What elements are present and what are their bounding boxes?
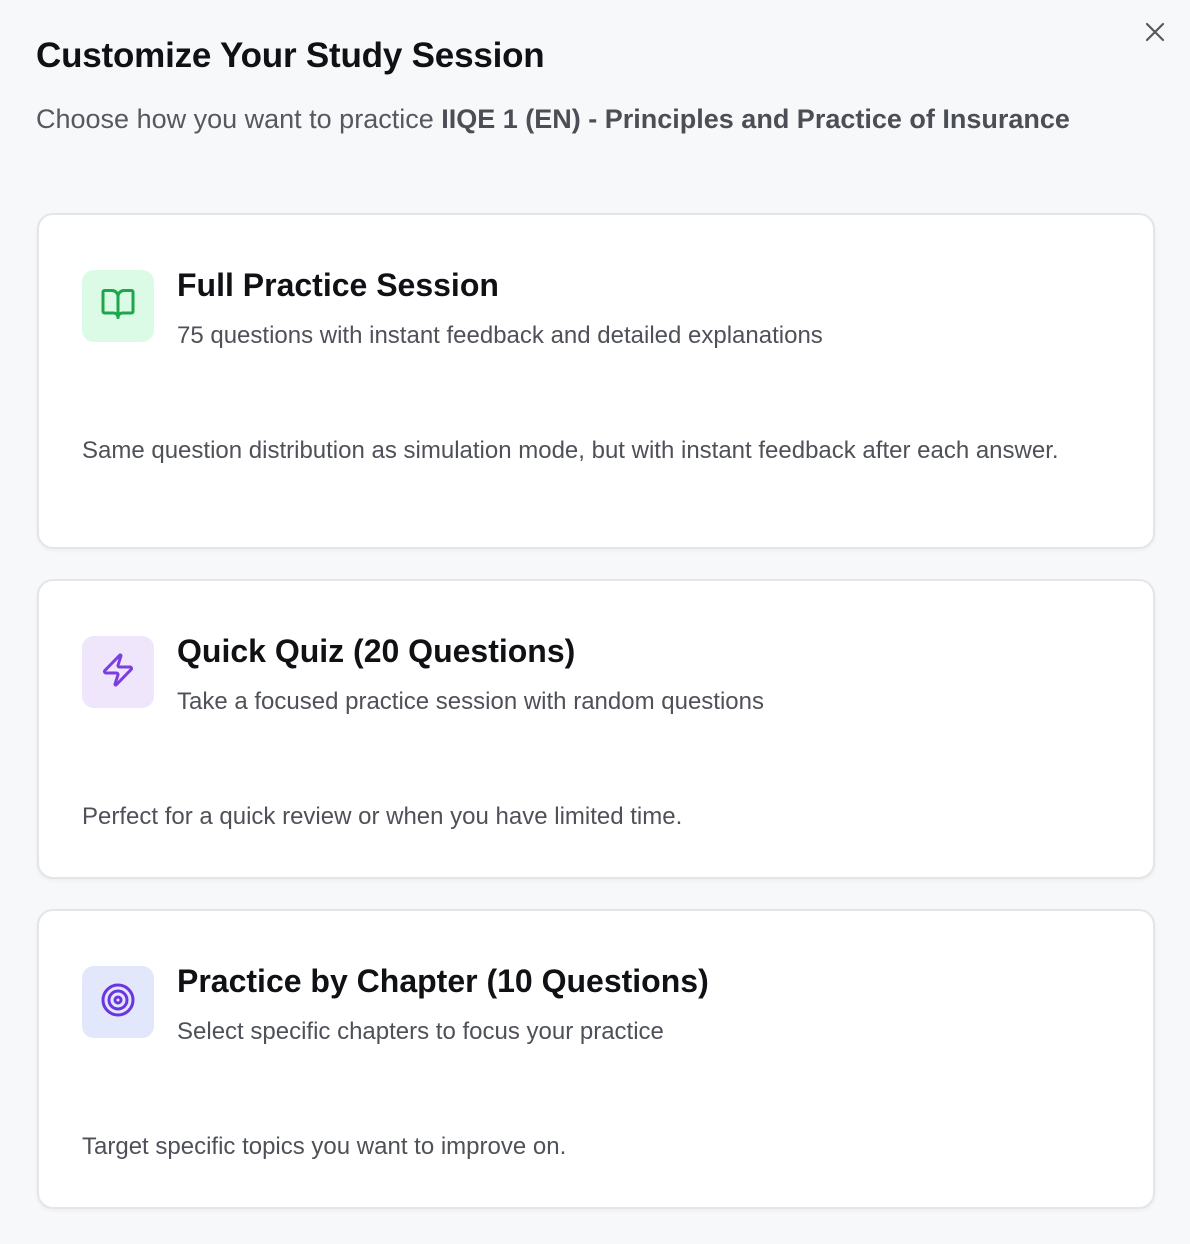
option-full-practice-session[interactable]: Full Practice Session 75 questions with …	[37, 213, 1155, 549]
option-description: Perfect for a quick review or when you h…	[82, 803, 683, 830]
option-description: Target specific topics you want to impro…	[82, 1133, 567, 1160]
option-icon-box	[82, 270, 154, 342]
option-subtitle: Select specific chapters to focus your p…	[177, 1018, 664, 1045]
lightning-icon	[100, 652, 136, 693]
option-icon-box	[82, 966, 154, 1038]
option-title: Full Practice Session	[177, 267, 499, 303]
book-open-icon	[100, 286, 136, 327]
close-icon	[1144, 21, 1166, 46]
course-name: IIQE 1 (EN) - Principles and Practice of…	[441, 104, 1070, 134]
close-button[interactable]	[1140, 18, 1170, 48]
option-practice-by-chapter[interactable]: Practice by Chapter (10 Questions) Selec…	[37, 909, 1155, 1209]
option-subtitle: Take a focused practice session with ran…	[177, 688, 764, 715]
subtitle-prefix: Choose how you want to practice	[36, 104, 442, 134]
option-title: Practice by Chapter (10 Questions)	[177, 963, 709, 999]
option-icon-box	[82, 636, 154, 708]
dialog-title: Customize Your Study Session	[36, 36, 545, 75]
target-icon	[100, 982, 136, 1023]
option-subtitle: 75 questions with instant feedback and d…	[177, 322, 823, 349]
option-title: Quick Quiz (20 Questions)	[177, 633, 576, 669]
option-quick-quiz[interactable]: Quick Quiz (20 Questions) Take a focused…	[37, 579, 1155, 879]
dialog-subtitle: Choose how you want to practice IIQE 1 (…	[36, 104, 1070, 135]
option-description: Same question distribution as simulation…	[82, 437, 1059, 464]
study-session-dialog: Customize Your Study Session Choose how …	[0, 0, 1190, 1244]
